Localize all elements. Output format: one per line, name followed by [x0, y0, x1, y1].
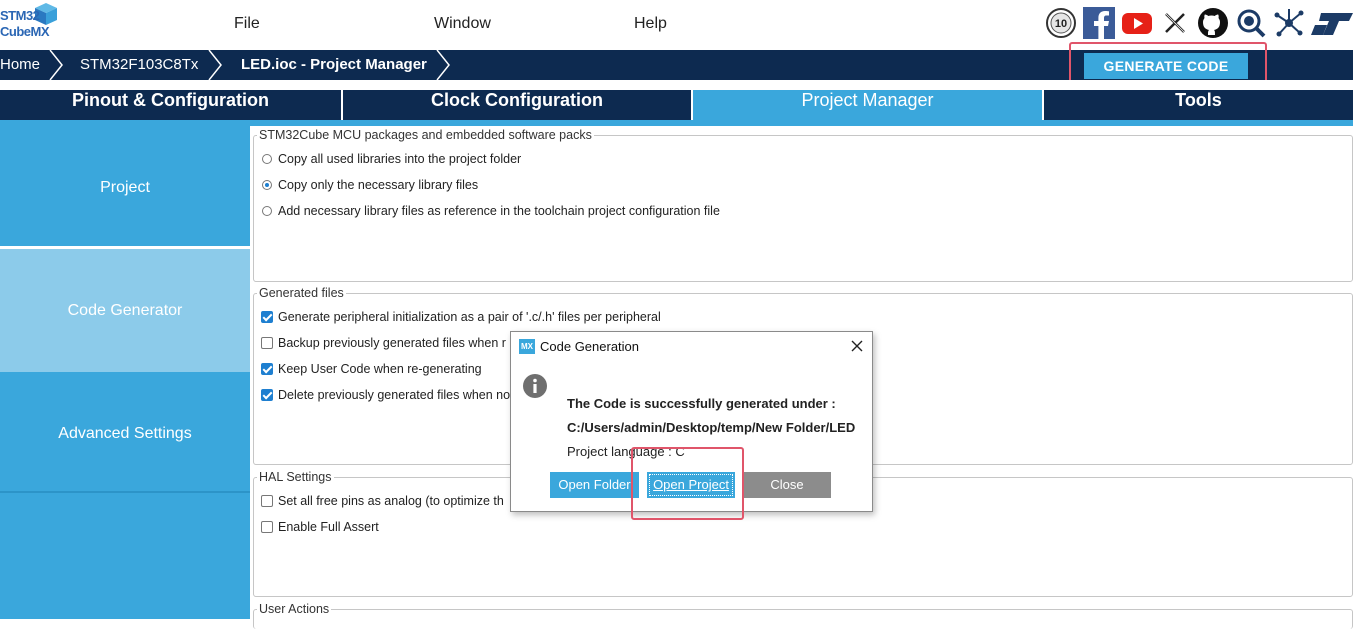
logo-line2: CubeMX	[0, 24, 50, 39]
hal-settings-legend: HAL Settings	[257, 470, 334, 484]
dialog-title: Code Generation	[540, 339, 640, 354]
logo-line1: STM32	[0, 8, 40, 23]
sidebar-item-advanced-settings[interactable]: Advanced Settings	[0, 372, 250, 492]
generated-files-legend: Generated files	[257, 286, 346, 300]
tab-pinout-configuration[interactable]: Pinout & Configuration	[0, 90, 341, 120]
chevron-right-icon	[208, 50, 222, 80]
chevron-right-icon	[436, 50, 450, 80]
svg-text:10: 10	[1055, 18, 1067, 30]
user-actions-group	[253, 609, 1353, 629]
tab-project-manager[interactable]: Project Manager	[693, 90, 1042, 120]
dialog-message-line1: The Code is successfully generated under…	[567, 396, 836, 411]
packages-legend: STM32Cube MCU packages and embedded soft…	[257, 128, 594, 142]
menu-file[interactable]: File	[234, 15, 260, 33]
close-button[interactable]: Close	[743, 472, 831, 498]
breadcrumb-home[interactable]: Home	[0, 50, 40, 80]
generate-peripheral-label: Generate peripheral initialization as a …	[278, 310, 661, 324]
open-folder-button[interactable]: Open Folder	[550, 472, 639, 498]
menu-help[interactable]: Help	[634, 15, 667, 33]
chevron-right-icon	[49, 50, 63, 80]
x-icon[interactable]	[1159, 7, 1191, 39]
dialog-message-path: C:/Users/admin/Desktop/temp/New Folder/L…	[567, 420, 856, 435]
checkbox-backup-files[interactable]	[261, 337, 273, 349]
checkbox-generate-peripheral[interactable]	[261, 311, 273, 323]
youtube-icon[interactable]	[1121, 7, 1153, 39]
user-actions-legend: User Actions	[257, 602, 332, 616]
radio-add-reference[interactable]	[262, 206, 272, 216]
st-logo-icon[interactable]	[1311, 7, 1353, 39]
stm32cubemx-logo: STM32 CubeMX	[0, 2, 62, 46]
full-assert-label: Enable Full Assert	[278, 520, 379, 534]
radio-copy-necessary[interactable]	[262, 180, 272, 190]
option-add-reference-label: Add necessary library files as reference…	[278, 204, 720, 218]
network-icon[interactable]	[1273, 7, 1305, 39]
facebook-icon[interactable]	[1083, 7, 1115, 39]
close-icon[interactable]	[850, 339, 864, 353]
breadcrumb-mcu[interactable]: STM32F103C8Tx	[80, 50, 198, 80]
mx-app-icon: MX	[519, 339, 535, 354]
sidebar-item-project[interactable]: Project	[0, 126, 250, 246]
delete-previous-label: Delete previously generated files when n…	[278, 388, 511, 402]
checkbox-delete-previous[interactable]	[261, 389, 273, 401]
option-copy-necessary-label: Copy only the necessary library files	[278, 178, 479, 192]
community-icon[interactable]	[1235, 7, 1267, 39]
checkbox-full-assert[interactable]	[261, 521, 273, 533]
info-icon	[523, 374, 547, 398]
checkbox-free-pins-analog[interactable]	[261, 495, 273, 507]
generate-code-button[interactable]: GENERATE CODE	[1084, 53, 1248, 79]
sidebar-item-code-generator[interactable]: Code Generator	[0, 249, 250, 372]
backup-files-label: Backup previously generated files when r	[278, 336, 506, 350]
radio-copy-all[interactable]	[262, 154, 272, 164]
open-project-highlight-box	[631, 447, 744, 520]
option-copy-all-label: Copy all used libraries into the project…	[278, 152, 522, 166]
menu-window[interactable]: Window	[434, 15, 491, 33]
sidebar-empty	[0, 493, 250, 619]
keep-user-code-label: Keep User Code when re-generating	[278, 362, 482, 376]
checkbox-keep-user-code[interactable]	[261, 363, 273, 375]
anniversary-10-icon[interactable]: 10	[1045, 7, 1077, 39]
tab-tools[interactable]: Tools	[1044, 90, 1353, 120]
free-pins-analog-label: Set all free pins as analog (to optimize…	[278, 494, 504, 508]
tab-clock-configuration[interactable]: Clock Configuration	[343, 90, 691, 120]
github-icon[interactable]	[1197, 7, 1229, 39]
breadcrumb-current[interactable]: LED.ioc - Project Manager	[241, 50, 427, 80]
